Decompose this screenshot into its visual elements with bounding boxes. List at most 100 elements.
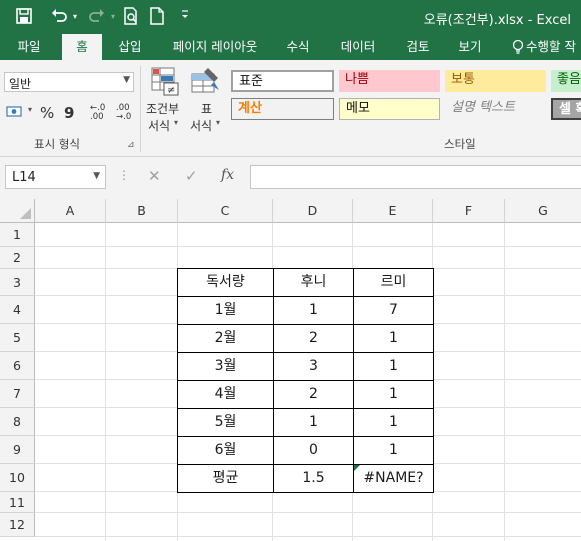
redo-icon[interactable] (86, 7, 108, 27)
table-cell[interactable]: 2 (273, 324, 353, 352)
dialog-launcher-icon[interactable]: ⊿ (127, 140, 135, 150)
table-cell[interactable]: 1 (353, 380, 433, 408)
table-cell[interactable]: 1 (273, 296, 353, 324)
column-header-g[interactable]: G (505, 199, 581, 223)
row-header-6[interactable]: 6 (0, 352, 35, 380)
style-normal[interactable]: 표준 (231, 70, 334, 92)
table-cell[interactable]: 1 (353, 408, 433, 436)
customize-qat-icon[interactable] (178, 7, 192, 27)
name-box-value: L14 (12, 170, 36, 185)
row-header-2[interactable]: 2 (0, 247, 35, 269)
style-good[interactable]: 좋음 (551, 70, 581, 92)
row-header-11[interactable]: 11 (0, 492, 35, 513)
table-cell[interactable]: 6월 (177, 436, 273, 464)
table-cell[interactable]: 0 (273, 436, 353, 464)
row-header-4[interactable]: 4 (0, 296, 35, 324)
column-header-e[interactable]: E (353, 199, 433, 223)
comma-style-button[interactable]: 9 (64, 104, 74, 122)
tab-page-layout[interactable]: 페이지 레이아웃 (160, 34, 270, 60)
table-cell[interactable]: 1.5 (273, 464, 353, 492)
tab-file[interactable]: 파일 (6, 34, 52, 60)
table-cell[interactable]: 3 (273, 352, 353, 380)
increase-decimal-button[interactable]: ←.0 .00 (90, 104, 114, 122)
save-icon[interactable] (14, 7, 34, 27)
select-all-corner[interactable] (0, 199, 35, 223)
window-title: 오류(조건부).xlsx - Excel (423, 13, 571, 28)
error-indicator-icon[interactable] (354, 465, 360, 471)
name-box[interactable]: L14 ▼ (5, 165, 106, 189)
style-neutral[interactable]: 보통 (445, 70, 546, 92)
style-note[interactable]: 메모 (339, 98, 440, 120)
table-cell[interactable]: 2월 (177, 324, 273, 352)
tell-me-search[interactable]: 수행할 작 (526, 34, 581, 60)
row-header-3[interactable]: 3 (0, 269, 35, 296)
conditional-format-icon[interactable]: ≠ (150, 66, 180, 98)
gridline (35, 536, 581, 537)
tab-review[interactable]: 검토 (396, 34, 440, 60)
table-header-cell[interactable]: 후니 (273, 268, 353, 296)
ribbon-tabs: 파일 홈 삽입 페이지 레이아웃 수식 데이터 검토 보기 수행할 작 (0, 34, 581, 60)
style-bad[interactable]: 나쁨 (339, 70, 440, 92)
tab-data[interactable]: 데이터 (330, 34, 386, 60)
table-cell[interactable]: 평균 (177, 464, 273, 492)
formula-bar-grip-icon[interactable]: ⋮ (118, 168, 130, 182)
style-explanatory-text[interactable]: 설명 텍스트 (445, 98, 546, 120)
tab-view[interactable]: 보기 (448, 34, 492, 60)
cancel-entry-button[interactable]: ✕ (148, 167, 161, 185)
table-cell[interactable]: 1 (353, 436, 433, 464)
column-header-f[interactable]: F (433, 199, 505, 223)
table-header-cell[interactable]: 르미 (353, 268, 433, 296)
currency-format-icon[interactable] (6, 104, 28, 122)
currency-dropdown-icon[interactable]: ▾ (28, 105, 32, 114)
table-cell[interactable]: 1 (353, 352, 433, 380)
format-as-table-icon[interactable] (190, 66, 222, 98)
insert-function-button[interactable]: fx (221, 167, 234, 183)
table-cell[interactable]: 1 (273, 408, 353, 436)
tab-home[interactable]: 홈 (62, 34, 102, 60)
gridline (35, 246, 581, 247)
tab-formulas[interactable]: 수식 (278, 34, 318, 60)
print-preview-icon[interactable] (120, 7, 142, 27)
table-cell[interactable]: 5월 (177, 408, 273, 436)
conditional-format-label[interactable]: 조건부 (146, 100, 179, 117)
format-as-table-label[interactable]: 표 (201, 100, 212, 117)
confirm-entry-button[interactable]: ✓ (185, 167, 198, 185)
table-cell[interactable]: 7 (353, 296, 433, 324)
percent-style-button[interactable]: % (40, 104, 54, 122)
table-cell[interactable]: 1월 (177, 296, 273, 324)
gridline (504, 223, 505, 541)
column-header-d[interactable]: D (273, 199, 353, 223)
error-cell[interactable]: #NAME? (353, 464, 433, 492)
table-cell[interactable]: 3월 (177, 352, 273, 380)
worksheet-grid[interactable]: A B C D E F G 1 2 3 4 5 6 7 8 9 10 11 12… (0, 199, 581, 541)
svg-text:≠: ≠ (167, 85, 175, 96)
style-calculation[interactable]: 계산 (231, 98, 334, 120)
format-as-table-label-2[interactable]: 서식 (190, 117, 212, 134)
undo-icon[interactable] (48, 7, 70, 27)
row-header-5[interactable]: 5 (0, 324, 35, 352)
new-file-icon[interactable] (148, 7, 166, 27)
chevron-down-icon: ▾ (216, 118, 221, 127)
conditional-format-label-2[interactable]: 서식 (148, 117, 170, 134)
table-cell[interactable]: 1 (353, 324, 433, 352)
table-cell[interactable]: 4월 (177, 380, 273, 408)
row-header-1[interactable]: 1 (0, 223, 35, 247)
row-header-7[interactable]: 7 (0, 380, 35, 408)
row-header-9[interactable]: 9 (0, 436, 35, 464)
number-format-dropdown[interactable]: 일반 ▼ (4, 72, 134, 92)
column-header-b[interactable]: B (106, 199, 178, 223)
group-divider (140, 66, 141, 152)
row-header-12[interactable]: 12 (0, 513, 35, 537)
formula-input[interactable] (250, 165, 581, 189)
redo-dropdown-icon[interactable]: ▾ (108, 7, 118, 27)
column-header-a[interactable]: A (35, 199, 106, 223)
column-header-c[interactable]: C (178, 199, 273, 223)
decrease-decimal-button[interactable]: .00 →.0 (116, 104, 140, 122)
table-header-cell[interactable]: 독서량 (177, 268, 273, 296)
row-header-8[interactable]: 8 (0, 408, 35, 436)
style-check-cell[interactable]: 셀 확 (551, 98, 581, 120)
row-header-10[interactable]: 10 (0, 464, 35, 492)
undo-dropdown-icon[interactable]: ▾ (70, 7, 80, 27)
table-cell[interactable]: 2 (273, 380, 353, 408)
tab-insert[interactable]: 삽입 (108, 34, 152, 60)
